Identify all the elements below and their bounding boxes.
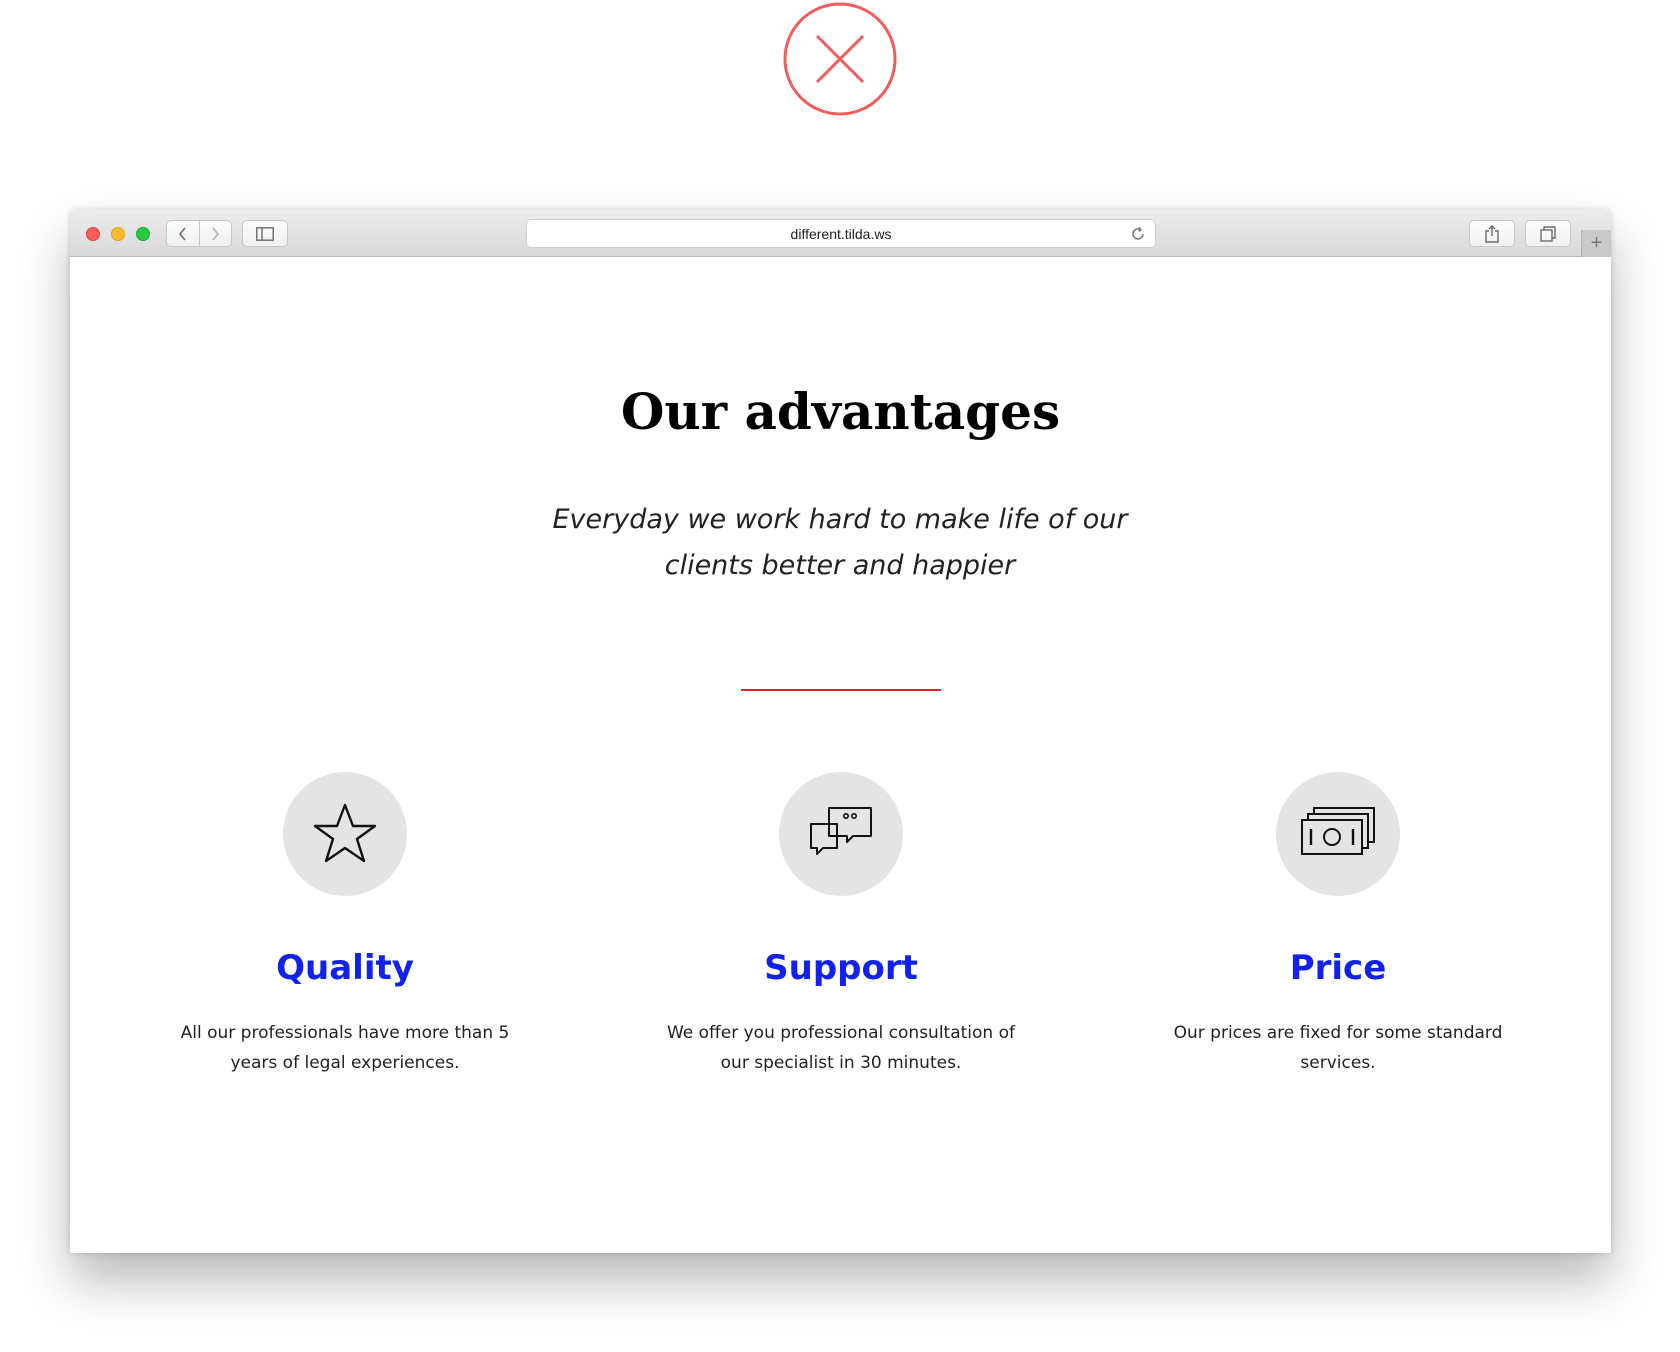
share-button[interactable] [1469,220,1515,247]
chat-bubbles-icon [810,807,872,855]
feature-support: Support We offer you professional consul… [641,772,1041,1078]
feature-description: We offer you professional consultation o… [666,1023,1015,1073]
feature-price: Price Our prices are fixed for some stan… [1138,772,1538,1078]
navigation-buttons [166,220,232,247]
browser-window: different.tilda.ws + Our advantages Ever… [70,210,1611,1253]
close-circle-icon[interactable] [783,2,897,116]
feature-title: Price [1289,948,1387,988]
sidebar-icon [256,226,274,241]
chevron-right-icon [212,226,220,241]
url-text: different.tilda.ws [790,225,892,242]
sidebar-button[interactable] [242,220,288,247]
feature-quality: Quality All our professionals have more … [145,772,545,1078]
new-tab-button[interactable]: + [1581,230,1611,257]
chevron-left-icon [178,226,186,241]
feature-icon-circle [283,772,407,896]
browser-toolbar: different.tilda.ws + [70,210,1611,257]
page-content: Our advantages Everyday we work hard to … [70,257,1611,1253]
tabs-overview-button[interactable] [1525,220,1571,247]
share-icon [1485,224,1499,243]
feature-description: Our prices are fixed for some standard s… [1173,1023,1503,1073]
reload-icon[interactable] [1130,226,1146,242]
page-subtitle: Everyday we work hard to make life of ou… [552,504,1128,581]
star-icon [313,803,377,863]
zoom-window-button[interactable] [136,227,150,241]
address-bar[interactable]: different.tilda.ws [526,219,1156,248]
feature-description: All our professionals have more than 5 y… [180,1023,510,1073]
feature-icon-circle [1276,772,1400,896]
page-title: Our advantages [620,382,1061,441]
forward-button[interactable] [198,221,232,246]
feature-icon-circle [779,772,903,896]
close-window-button[interactable] [86,227,100,241]
feature-title: Support [764,948,918,988]
plus-icon: + [1590,232,1603,254]
tabs-overview-icon [1540,225,1556,242]
back-button[interactable] [167,221,199,246]
accent-divider [741,689,941,691]
feature-title: Quality [276,948,414,988]
minimize-window-button[interactable] [111,227,125,241]
money-stack-icon [1301,807,1375,855]
